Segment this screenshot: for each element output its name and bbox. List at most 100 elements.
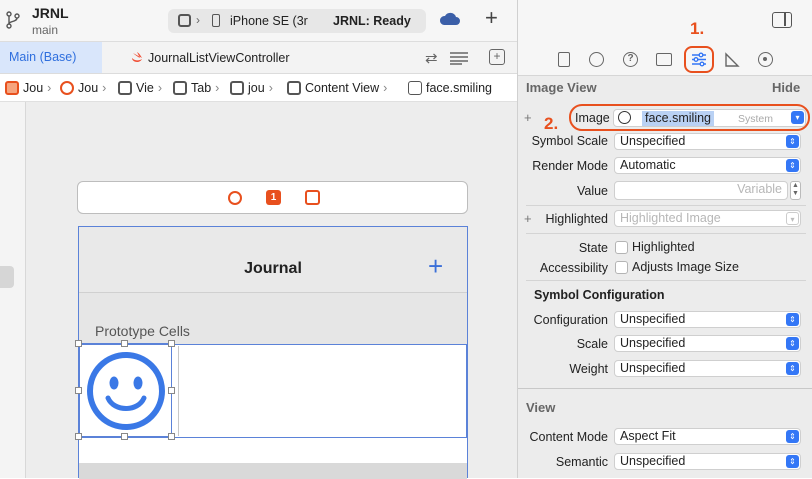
swift-icon (131, 51, 143, 63)
app-target-icon (178, 14, 191, 27)
resize-handle[interactable] (121, 340, 128, 347)
chevron-updown-icon: ⇕ (786, 159, 799, 172)
image-name-value: face.smiling (642, 111, 714, 126)
attributes-inspector-tab[interactable] (684, 46, 714, 73)
cloud-activity-icon (439, 12, 461, 28)
render-mode-value: Automatic (620, 158, 676, 172)
scale-popup[interactable]: Unspecified ⇕ (614, 335, 801, 352)
scheme-selector[interactable]: › iPhone SE (3r JRNL: Ready (168, 9, 426, 33)
weight-label: Weight (569, 362, 608, 376)
image-name-field[interactable]: face.smiling System ▾ (613, 109, 806, 127)
chevron-updown-icon: ⇕ (786, 135, 799, 148)
add-variation-icon[interactable]: + (524, 110, 532, 125)
device-name[interactable]: iPhone SE (3r (230, 14, 308, 28)
history-inspector-icon[interactable] (589, 52, 604, 67)
symbol-scale-label: Symbol Scale (531, 134, 608, 148)
resize-handle[interactable] (75, 340, 82, 347)
chevron-updown-icon: ⇕ (786, 455, 799, 468)
branch-icon (6, 11, 20, 29)
editor-toolbar: JRNL main › iPhone SE (3r JRNL: Ready + (0, 0, 517, 42)
resize-handle[interactable] (168, 433, 175, 440)
table-icon (173, 81, 187, 95)
content-mode-popup[interactable]: Aspect Fit ⇕ (614, 428, 801, 445)
size-inspector-icon[interactable] (724, 52, 740, 68)
image-view-face-smiling[interactable] (79, 343, 172, 437)
value-field[interactable]: Variable (614, 181, 788, 200)
resize-handle[interactable] (168, 340, 175, 347)
semantic-value: Unspecified (620, 454, 686, 468)
identity-inspector-icon[interactable] (656, 53, 672, 66)
cell-icon (230, 81, 244, 95)
breadcrumb-item-6[interactable]: face.smiling (408, 80, 492, 96)
hide-button[interactable]: Hide (772, 80, 800, 95)
editor-tab-bar: Main (Base) JournalListViewController ⇄ … (0, 42, 517, 74)
face-smiling-icon (84, 349, 168, 433)
highlighted-checkbox[interactable] (615, 241, 628, 254)
breadcrumb-item-3[interactable]: Tab › (173, 80, 219, 96)
sidebar-toggle-icon[interactable] (772, 12, 792, 28)
navigation-bar: Journal + (79, 227, 467, 293)
render-mode-popup[interactable]: Automatic ⇕ (614, 157, 801, 174)
add-entry-button[interactable]: + (428, 253, 443, 279)
table-footer (79, 463, 467, 479)
first-responder-icon[interactable]: 1 (266, 190, 281, 205)
chevron-down-icon: ▾ (786, 212, 799, 225)
value-placeholder: Variable (737, 182, 782, 196)
highlighted-label: Highlighted (545, 212, 608, 226)
divider (526, 205, 806, 206)
state-label: State (578, 241, 608, 255)
weight-popup[interactable]: Unspecified ⇕ (614, 360, 801, 377)
chevron-updown-icon: ⇕ (786, 313, 799, 326)
resize-handle[interactable] (168, 387, 175, 394)
file-inspector-icon[interactable] (558, 52, 570, 67)
outline-toggle-button[interactable] (0, 266, 14, 288)
breadcrumb-item-1[interactable]: Jou › (60, 80, 106, 96)
resize-handle[interactable] (121, 433, 128, 440)
chevron-down-icon[interactable]: ▾ (791, 111, 804, 124)
section-image-view: Image View (526, 80, 597, 95)
configuration-popup[interactable]: Unspecified ⇕ (614, 311, 801, 328)
breadcrumb-item-0[interactable]: Jou › (5, 80, 51, 96)
chevron-updown-icon: ⇕ (786, 337, 799, 350)
view-controller-icon[interactable] (228, 191, 242, 205)
add-library-button[interactable]: + (485, 7, 498, 29)
value-stepper[interactable]: ▲ ▼ (790, 181, 801, 200)
build-status: JRNL: Ready (333, 14, 411, 28)
branch-name[interactable]: main (32, 23, 58, 37)
editor-options-icon[interactable] (449, 51, 469, 65)
help-inspector-icon[interactable]: ? (623, 52, 638, 67)
annotation-step-1: 1. (690, 19, 705, 38)
table-section-header: Prototype Cells (79, 293, 467, 344)
scale-value: Unspecified (620, 336, 686, 350)
breadcrumb-item-5[interactable]: Content View › (287, 80, 387, 96)
connections-inspector-icon[interactable] (758, 52, 773, 67)
related-items-icon[interactable]: ⇄ (425, 49, 438, 67)
render-mode-label: Render Mode (532, 159, 608, 173)
breadcrumb: Jou › Jou › Vie › Tab › jou › Content View › f… (0, 74, 517, 102)
tab-main-storyboard[interactable]: Main (Base) (0, 42, 102, 73)
symbol-scale-popup[interactable]: Unspecified ⇕ (614, 133, 801, 150)
project-name[interactable]: JRNL (32, 5, 69, 21)
highlighted-image-popup[interactable]: Highlighted Image ▾ (614, 210, 801, 227)
adjusts-image-size-checkbox[interactable] (615, 261, 628, 274)
semantic-popup[interactable]: Unspecified ⇕ (614, 453, 801, 470)
content-mode-value: Aspect Fit (620, 429, 676, 443)
image-source-tag: System (738, 113, 774, 125)
configuration-value: Unspecified (620, 312, 686, 326)
tab-controller-label[interactable]: JournalListViewController (148, 51, 290, 65)
prototype-cells-label: Prototype Cells (95, 323, 190, 339)
scale-label: Scale (576, 337, 608, 351)
symbol-scale-value: Unspecified (620, 134, 686, 148)
resize-handle[interactable] (75, 433, 82, 440)
add-editor-icon[interactable]: + (489, 49, 505, 65)
breadcrumb-item-4[interactable]: jou › (230, 80, 273, 96)
face-smiling-icon (618, 111, 631, 124)
resize-handle[interactable] (75, 387, 82, 394)
cell-separator (178, 346, 179, 436)
project-icon (5, 81, 19, 95)
semantic-label: Semantic (555, 455, 608, 469)
annotation-step-2: 2. (544, 114, 559, 133)
exit-icon[interactable] (305, 190, 320, 205)
storyboard-canvas[interactable]: 1 Journal + Prototype Cells (0, 102, 517, 479)
breadcrumb-item-2[interactable]: Vie › (118, 80, 162, 96)
